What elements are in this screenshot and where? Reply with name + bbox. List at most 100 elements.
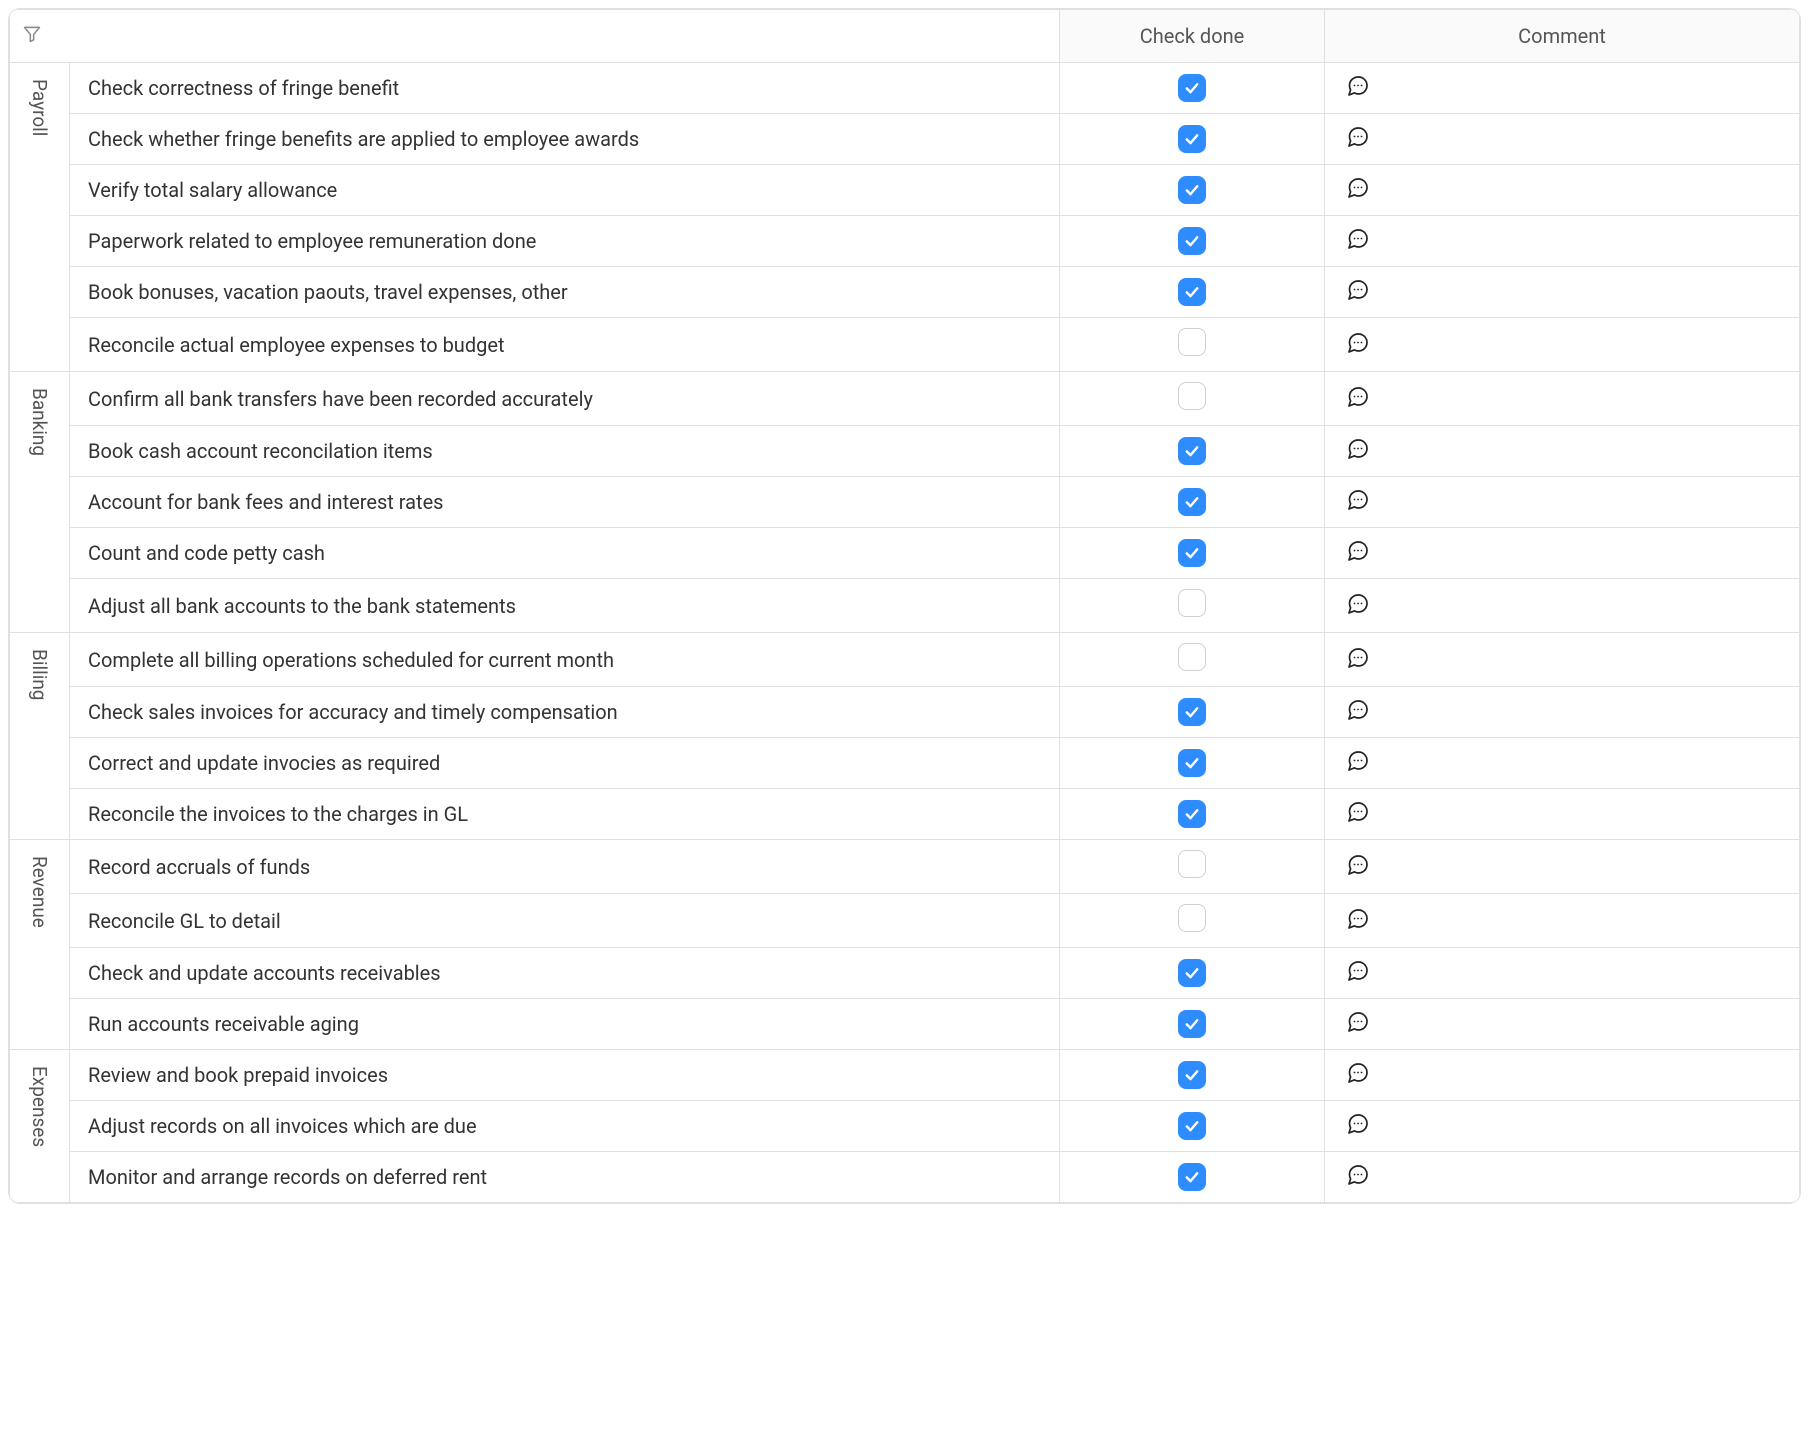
task-label: Verify total salary allowance [70,165,1060,216]
task-label: Correct and update invocies as required [70,738,1060,789]
table-row: Run accounts receivable aging [10,999,1800,1050]
comment-cell [1325,948,1800,999]
comment-cell [1325,687,1800,738]
check-cell [1060,477,1325,528]
check-done-checkbox[interactable] [1178,1112,1206,1140]
check-done-checkbox[interactable] [1178,749,1206,777]
comment-cell [1325,426,1800,477]
comment-icon[interactable] [1345,1162,1371,1188]
check-done-checkbox[interactable] [1178,850,1206,878]
check-cell [1060,528,1325,579]
comment-cell [1325,999,1800,1050]
table-row: Reconcile actual employee expenses to bu… [10,318,1800,372]
table-row: Account for bank fees and interest rates [10,477,1800,528]
check-cell [1060,999,1325,1050]
check-cell [1060,1050,1325,1101]
table-row: Book bonuses, vacation paouts, travel ex… [10,267,1800,318]
comment-cell [1325,1152,1800,1203]
comment-cell [1325,789,1800,840]
check-done-checkbox[interactable] [1178,176,1206,204]
comment-icon[interactable] [1345,330,1371,356]
check-done-checkbox[interactable] [1178,382,1206,410]
comment-cell [1325,477,1800,528]
check-done-header[interactable]: Check done [1060,10,1325,63]
group-cell: Revenue [10,840,70,1050]
check-done-checkbox[interactable] [1178,1163,1206,1191]
comment-icon[interactable] [1345,1060,1371,1086]
comment-icon[interactable] [1345,384,1371,410]
comment-icon[interactable] [1345,487,1371,513]
check-cell [1060,426,1325,477]
check-cell [1060,216,1325,267]
table-row: Check and update accounts receivables [10,948,1800,999]
table-row: Check sales invoices for accuracy and ti… [10,687,1800,738]
comment-icon[interactable] [1345,645,1371,671]
check-done-checkbox[interactable] [1178,227,1206,255]
comment-icon[interactable] [1345,226,1371,252]
comment-cell [1325,114,1800,165]
group-label: Revenue [28,856,51,928]
comment-cell [1325,840,1800,894]
check-cell [1060,114,1325,165]
check-cell [1060,894,1325,948]
check-done-checkbox[interactable] [1178,328,1206,356]
comment-icon[interactable] [1345,436,1371,462]
comment-icon[interactable] [1345,697,1371,723]
comment-cell [1325,372,1800,426]
check-done-checkbox[interactable] [1178,959,1206,987]
group-label: Banking [28,388,51,456]
comment-icon[interactable] [1345,906,1371,932]
check-cell [1060,267,1325,318]
check-done-checkbox[interactable] [1178,1061,1206,1089]
check-cell [1060,372,1325,426]
comment-cell [1325,318,1800,372]
task-label: Review and book prepaid invoices [70,1050,1060,1101]
comment-header[interactable]: Comment [1325,10,1800,63]
check-done-checkbox[interactable] [1178,1010,1206,1038]
task-label: Reconcile the invoices to the charges in… [70,789,1060,840]
check-done-checkbox[interactable] [1178,643,1206,671]
comment-icon[interactable] [1345,799,1371,825]
task-label: Check whether fringe benefits are applie… [70,114,1060,165]
comment-icon[interactable] [1345,175,1371,201]
check-cell [1060,579,1325,633]
comment-icon[interactable] [1345,958,1371,984]
check-done-checkbox[interactable] [1178,437,1206,465]
check-cell [1060,687,1325,738]
check-cell [1060,1152,1325,1203]
comment-icon[interactable] [1345,538,1371,564]
comment-icon[interactable] [1345,73,1371,99]
comment-icon[interactable] [1345,277,1371,303]
group-cell: Billing [10,633,70,840]
comment-icon[interactable] [1345,124,1371,150]
table-row: Correct and update invocies as required [10,738,1800,789]
check-done-checkbox[interactable] [1178,125,1206,153]
check-done-checkbox[interactable] [1178,278,1206,306]
header-row: Check done Comment [10,10,1800,63]
group-label: Expenses [28,1066,51,1147]
group-label: Payroll [28,79,51,136]
check-done-checkbox[interactable] [1178,904,1206,932]
check-done-checkbox[interactable] [1178,488,1206,516]
filter-icon[interactable] [22,24,42,44]
checklist-table-container: Check done Comment PayrollCheck correctn… [8,8,1801,1204]
check-done-checkbox[interactable] [1178,800,1206,828]
comment-icon[interactable] [1345,852,1371,878]
table-row: BillingComplete all billing operations s… [10,633,1800,687]
task-label: Check sales invoices for accuracy and ti… [70,687,1060,738]
check-done-checkbox[interactable] [1178,698,1206,726]
comment-icon[interactable] [1345,1111,1371,1137]
comment-icon[interactable] [1345,1009,1371,1035]
check-done-checkbox[interactable] [1178,539,1206,567]
check-cell [1060,63,1325,114]
check-done-checkbox[interactable] [1178,74,1206,102]
task-label: Record accruals of funds [70,840,1060,894]
comment-cell [1325,528,1800,579]
comment-cell [1325,267,1800,318]
comment-icon[interactable] [1345,748,1371,774]
comment-cell [1325,894,1800,948]
check-done-checkbox[interactable] [1178,589,1206,617]
table-row: PayrollCheck correctness of fringe benef… [10,63,1800,114]
comment-icon[interactable] [1345,591,1371,617]
task-label: Monitor and arrange records on deferred … [70,1152,1060,1203]
